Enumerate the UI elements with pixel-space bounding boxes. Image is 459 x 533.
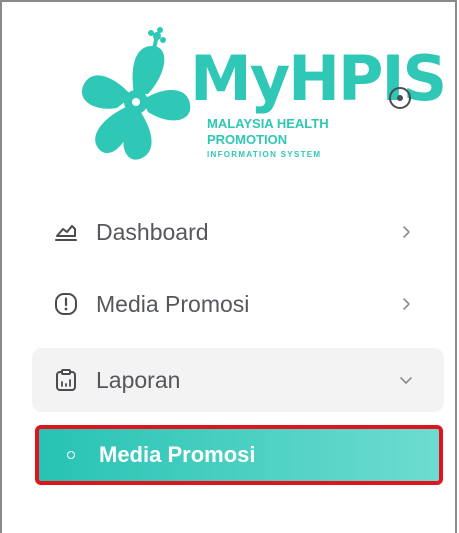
sidebar-item-label: Dashboard xyxy=(96,218,209,245)
chevron-right-icon xyxy=(396,222,416,242)
alert-icon xyxy=(54,292,78,316)
chevron-right-icon xyxy=(396,294,416,314)
logo-subtitle-line3: INFORMATION SYSTEM xyxy=(207,150,322,159)
hibiscus-flower-icon xyxy=(81,27,191,160)
sidebar-item-label: Media Promosi xyxy=(96,290,250,317)
sidebar-item-dashboard[interactable]: Dashboard xyxy=(32,200,444,264)
logo-subtitle-line1: MALAYSIA HEALTH xyxy=(207,116,329,131)
app-logo[interactable]: MyHPIS MALAYSIA HEALTH PROMOTION INFORMA… xyxy=(72,24,447,179)
radio-dot-icon xyxy=(397,95,403,101)
sidebar-item-laporan[interactable]: Laporan xyxy=(32,348,444,412)
sidebar-toggle-button[interactable] xyxy=(389,87,411,109)
sidebar-subitem-label: Media Promosi xyxy=(99,442,256,467)
bullet-dot-icon xyxy=(67,451,75,459)
sidebar-panel: MyHPIS MALAYSIA HEALTH PROMOTION INFORMA… xyxy=(0,0,457,533)
clipboard-report-icon xyxy=(54,368,78,392)
chart-area-icon xyxy=(54,220,78,244)
sidebar-subitem-media-promosi[interactable]: Media Promosi xyxy=(35,425,443,485)
sidebar-item-label: Laporan xyxy=(96,366,181,393)
logo-subtitle-line2: PROMOTION xyxy=(207,132,288,147)
sidebar-item-media-promosi[interactable]: Media Promosi xyxy=(32,272,444,336)
chevron-down-icon xyxy=(396,370,416,390)
